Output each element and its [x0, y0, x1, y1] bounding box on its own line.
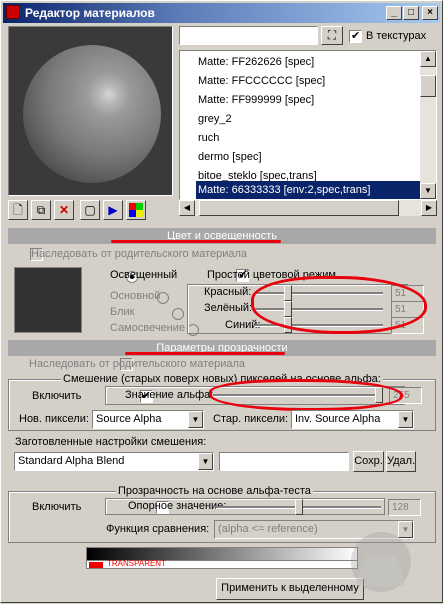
old-pixels-label: Стар. пиксели:: [213, 413, 289, 425]
old-pixels-value: Inv. Source Alpha: [295, 413, 381, 425]
list-item[interactable]: ruch: [198, 129, 219, 148]
chevron-down-icon[interactable]: ▼: [398, 411, 413, 428]
ref-slider-thumb[interactable]: [295, 499, 303, 515]
blend-enable-label: Включить: [32, 390, 82, 402]
red-label: Красный:: [204, 286, 252, 298]
preset-name-input[interactable]: [219, 452, 349, 471]
alpha-test-enable-label: Включить: [32, 501, 82, 513]
scroll-right-icon[interactable]: ▶: [421, 200, 437, 216]
material-preview[interactable]: [8, 26, 173, 196]
close-button[interactable]: ×: [422, 6, 438, 20]
new-pixels-select[interactable]: Source Alpha ▼: [92, 410, 204, 429]
hscroll-thumb[interactable]: [199, 200, 399, 216]
presets-label: Заготовленные настройки смешения:: [15, 436, 207, 448]
copy-material-icon[interactable]: ⧉: [31, 200, 51, 220]
in-textures-checkbox[interactable]: [349, 29, 362, 43]
compare-label: Функция сравнения:: [106, 523, 210, 535]
alpha-value-label: Значение альфа:: [125, 389, 214, 401]
preset-value: Standard Alpha Blend: [18, 455, 125, 467]
ref-value-label: Опорное значение:: [128, 500, 227, 512]
search-input[interactable]: [179, 26, 318, 45]
list-item[interactable]: Matte: FF262626 [spec]: [198, 53, 314, 72]
maximize-button[interactable]: □: [403, 6, 419, 20]
color-inherit-label: Наследовать от родительского материала: [31, 248, 248, 260]
list-hscrollbar[interactable]: ◀ ▶: [179, 200, 437, 216]
color-swatch[interactable]: [14, 267, 82, 333]
new-material-icon[interactable]: 🗋: [8, 200, 28, 220]
scroll-up-icon[interactable]: ▲: [420, 51, 436, 67]
preset-select[interactable]: Standard Alpha Blend ▼: [14, 452, 214, 471]
delete-preset-button[interactable]: Удал.: [386, 451, 416, 472]
base-label: Основной: [110, 290, 161, 302]
cube-icon[interactable]: ▢: [80, 200, 100, 220]
window-title: Редактор материалов: [25, 6, 155, 20]
binoculars-icon[interactable]: ⛶: [321, 26, 343, 45]
lit-label: Освещенный: [110, 269, 178, 281]
play-icon[interactable]: ▶: [103, 200, 123, 220]
transparent-label: TRANSPARENT: [107, 559, 166, 568]
material-list[interactable]: Matte: FF262626 [spec] Matte: FFCCCCCC […: [179, 50, 437, 200]
list-item[interactable]: grey_2: [198, 110, 232, 129]
scroll-down-icon[interactable]: ▼: [420, 183, 436, 199]
save-preset-button[interactable]: Сохр.: [353, 451, 384, 472]
self-illum-label: Самосвечение: [110, 322, 186, 334]
chevron-down-icon[interactable]: ▼: [198, 453, 213, 470]
compare-value: (alpha <= reference): [218, 523, 318, 535]
annotation-circle: [251, 276, 427, 334]
list-item[interactable]: Matte: FF999999 [spec]: [198, 91, 314, 110]
watermark-logo: [351, 532, 411, 592]
scroll-thumb[interactable]: [420, 75, 436, 97]
new-pixels-label: Нов. пиксели:: [19, 413, 89, 425]
material-editor-window: Редактор материалов _ □ × 🗋 ⧉ ✕ ▢ ▶ ⛶ В …: [0, 0, 443, 603]
annotation-underline: [111, 240, 281, 243]
transp-inherit-label: Наследовать от родительского материала: [29, 358, 246, 370]
list-item-selected[interactable]: Matte: 66333333 [env:2,spec,trans]: [196, 181, 421, 199]
preview-sphere: [23, 45, 161, 183]
alpha-gradient-legend: TRANSPARENT: [86, 559, 358, 569]
app-icon: [6, 5, 20, 19]
color-grid-icon[interactable]: [126, 200, 146, 220]
new-pixels-value: Source Alpha: [96, 413, 162, 425]
green-label: Зелёный:: [204, 302, 253, 314]
alpha-test-label: Прозрачность на основе альфа-теста: [116, 485, 313, 497]
list-item[interactable]: Matte: FFCCCCCC [spec]: [198, 72, 325, 91]
in-textures-label: В текстурах: [366, 30, 427, 42]
chevron-down-icon[interactable]: ▼: [188, 411, 203, 428]
scroll-left-icon[interactable]: ◀: [179, 200, 195, 216]
minimize-button[interactable]: _: [386, 6, 402, 20]
annotation-circle: [209, 379, 403, 411]
list-item[interactable]: dermo [spec]: [198, 148, 262, 167]
glare-label: Блик: [110, 306, 135, 318]
old-pixels-select[interactable]: Inv. Source Alpha ▼: [291, 410, 414, 429]
title-bar[interactable]: Редактор материалов _ □ ×: [3, 3, 440, 23]
glare-radio[interactable]: [172, 307, 185, 320]
annotation-underline: [125, 352, 285, 355]
delete-material-icon[interactable]: ✕: [54, 200, 74, 220]
ref-value[interactable]: 128: [388, 499, 421, 516]
list-vscrollbar[interactable]: ▲ ▼: [420, 51, 436, 199]
transparent-swatch: [89, 562, 103, 568]
